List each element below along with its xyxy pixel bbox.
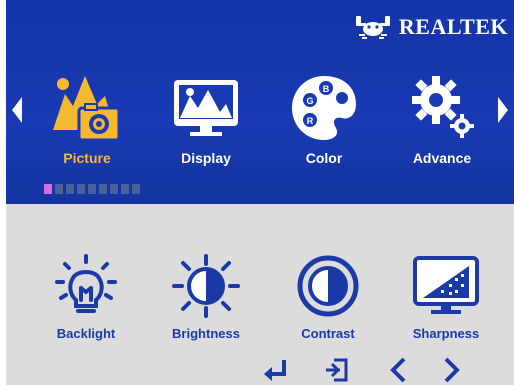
page-dot [99, 184, 107, 194]
submenu-item-contrast[interactable]: Contrast [280, 254, 376, 354]
brand-name: REALTEK [398, 14, 508, 39]
page-dot [66, 184, 74, 194]
chevron-right-icon[interactable] [436, 356, 466, 384]
submenu-item-label: Backlight [56, 326, 116, 341]
submenu-item-sharpness[interactable]: Sharpness [398, 254, 494, 354]
svg-text:B: B [323, 84, 330, 94]
navigation-keys [6, 356, 514, 385]
gears-icon [412, 76, 474, 138]
page-dot-current [44, 184, 52, 194]
page-dot [77, 184, 85, 194]
menu-item-display[interactable]: Display [158, 70, 254, 170]
enter-icon[interactable] [262, 356, 292, 384]
brand: REALTEK [353, 12, 508, 42]
exit-icon[interactable] [322, 356, 352, 384]
display-icon [174, 80, 238, 136]
sharpness-icon [413, 256, 479, 314]
submenu-item-label: Sharpness [412, 326, 480, 341]
page-dot [55, 184, 63, 194]
menu-scroll-right-arrow-icon[interactable] [496, 95, 510, 125]
page-dot [121, 184, 129, 194]
submenu-item-brightness[interactable]: Brightness [158, 254, 254, 354]
menu-item-label: Color [305, 150, 343, 166]
realtek-crab-logo-icon [355, 16, 390, 39]
chevron-left-icon[interactable] [384, 356, 414, 384]
main-menu-panel: REALTEK Picture Display G B R Color Adva… [6, 0, 514, 204]
submenu-item-label: Contrast [301, 326, 355, 341]
svg-text:R: R [307, 116, 314, 126]
menu-item-picture[interactable]: Picture [39, 70, 135, 170]
osd-screen: REALTEK Picture Display G B R Color Adva… [6, 0, 514, 385]
menu-item-label: Advance [412, 150, 472, 166]
svg-text:G: G [306, 96, 313, 106]
contrast-icon [297, 255, 359, 317]
page-dot [88, 184, 96, 194]
page-dot [110, 184, 118, 194]
menu-item-label: Display [181, 150, 231, 166]
submenu-item-label: Brightness [172, 326, 240, 341]
menu-page-indicator [44, 184, 140, 194]
sun-icon [172, 254, 240, 318]
page-dot [132, 184, 140, 194]
picture-icon [53, 76, 121, 142]
menu-item-advance[interactable]: Advance [394, 70, 490, 170]
lightbulb-icon [55, 254, 117, 313]
submenu-item-backlight[interactable]: Backlight [38, 254, 134, 354]
menu-scroll-left-arrow-icon[interactable] [10, 95, 24, 125]
menu-item-color[interactable]: G B R Color [276, 70, 372, 170]
color-palette-icon: G B R [292, 76, 356, 140]
menu-item-label: Picture [63, 150, 111, 166]
